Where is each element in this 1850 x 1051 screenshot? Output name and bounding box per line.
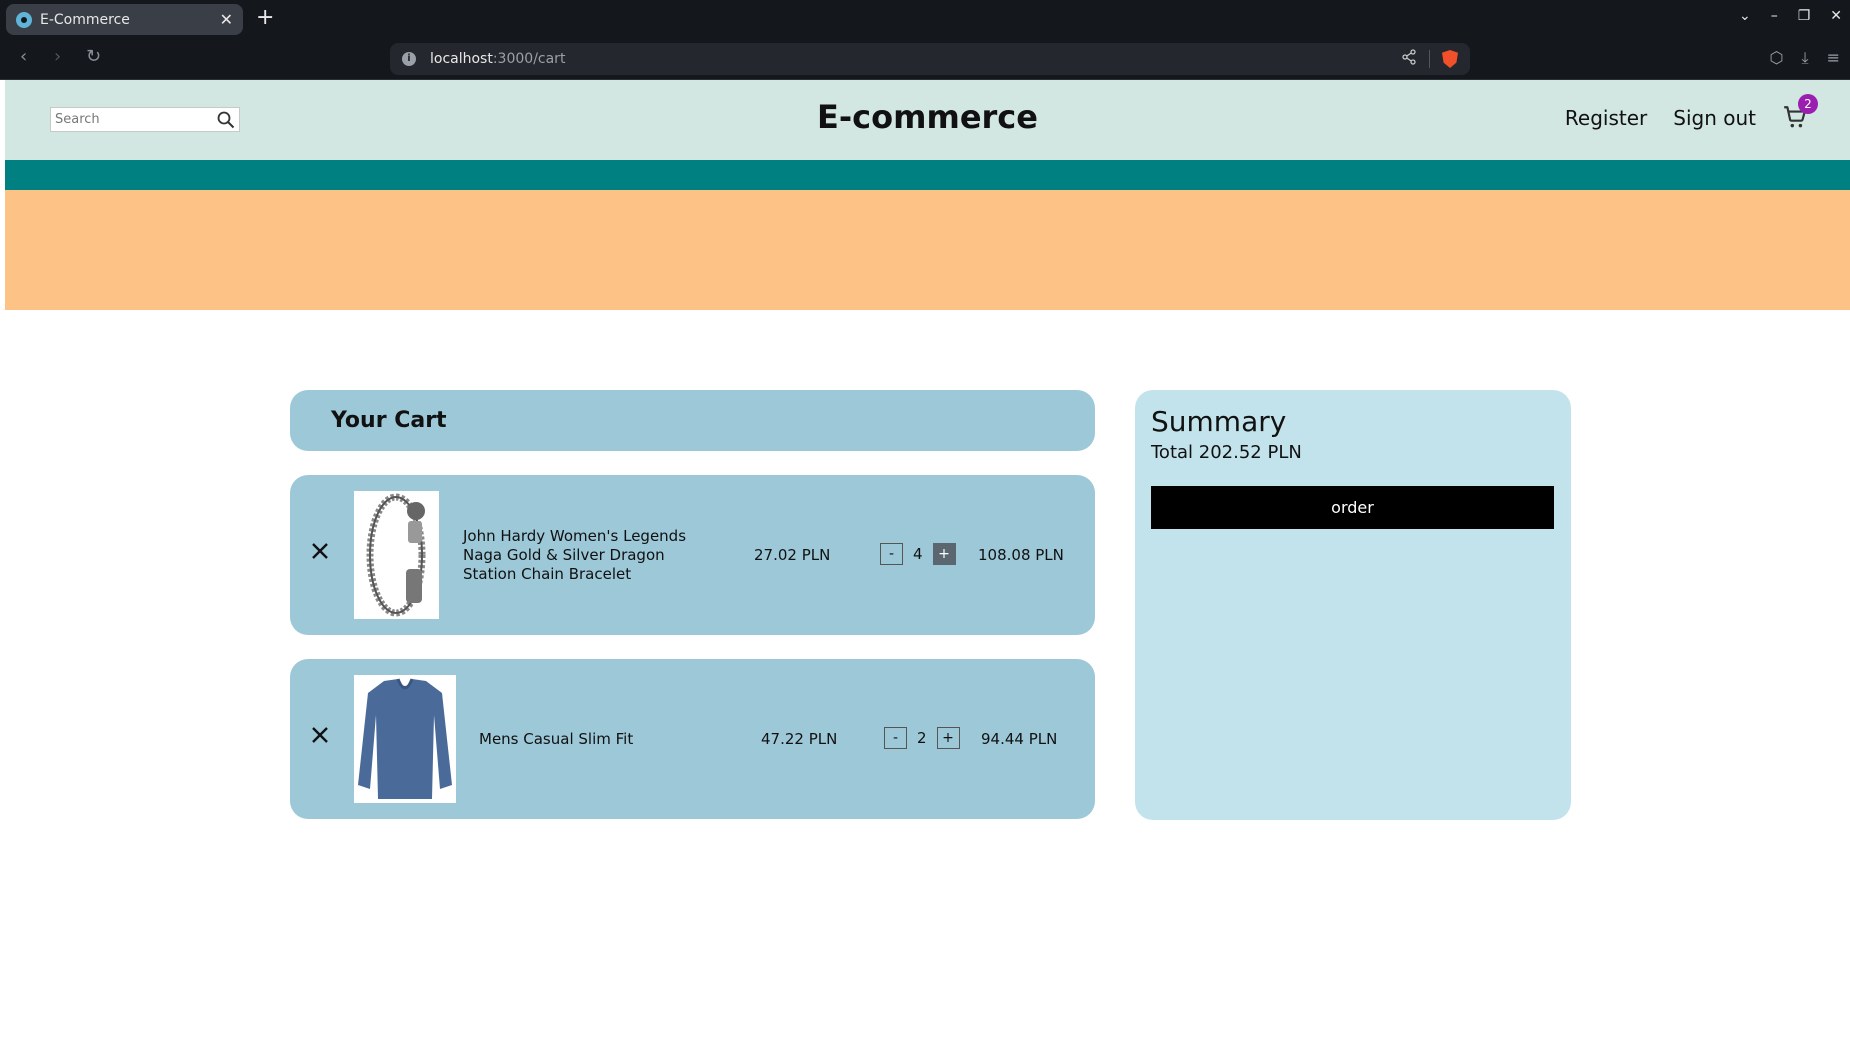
close-window-icon[interactable]: ✕ (1830, 8, 1842, 24)
item-total: 108.08 PLN (978, 546, 1064, 564)
teal-banner (5, 160, 1850, 190)
sign-out-link[interactable]: Sign out (1673, 106, 1756, 130)
url-path: :3000/cart (492, 51, 566, 67)
tab-title: E-Commerce (40, 11, 130, 28)
quantity-value: 4 (913, 545, 923, 563)
reload-icon[interactable]: ↻ (86, 46, 101, 67)
menu-icon[interactable]: ≡ (1827, 48, 1840, 68)
summary-title: Summary (1151, 405, 1287, 438)
cart-panel: Your Cart John Hardy Women's Legends Nag… (290, 390, 1095, 819)
url-host: localhost (430, 51, 493, 67)
quantity-stepper: - 4 + (880, 543, 956, 565)
quantity-stepper: - 2 + (884, 727, 960, 749)
browser-toolbar: ‹ › ↻ i localhost :3000/cart ⬡ ⤓ ≡ (0, 38, 1850, 80)
window-controls: ⌄ – ❐ ✕ (1739, 8, 1842, 24)
quantity-value: 2 (917, 729, 927, 747)
minimize-icon[interactable]: – (1771, 8, 1778, 24)
browser-tab-bar: E-Commerce ✕ + ⌄ – ❐ ✕ (0, 0, 1850, 38)
orange-banner (5, 190, 1850, 310)
restore-icon[interactable]: ❐ (1798, 8, 1811, 24)
decrease-quantity-button[interactable]: - (884, 727, 907, 749)
forward-icon[interactable]: › (54, 46, 61, 67)
item-name[interactable]: John Hardy Women's Legends Naga Gold & S… (463, 527, 718, 584)
cart-item: John Hardy Women's Legends Naga Gold & S… (290, 475, 1095, 635)
header-nav: Register Sign out 2 (1565, 94, 1818, 132)
site-info-icon[interactable]: i (402, 52, 416, 66)
divider (1429, 50, 1430, 68)
new-tab-icon[interactable]: + (256, 6, 274, 30)
remove-item-icon[interactable] (309, 540, 331, 562)
order-button[interactable]: order (1151, 486, 1554, 529)
cart-button[interactable]: 2 (1782, 94, 1818, 132)
summary-panel: Summary Total 202.52 PLN order (1135, 390, 1571, 820)
back-icon[interactable]: ‹ (20, 46, 27, 67)
increase-quantity-button[interactable]: + (936, 727, 960, 749)
downloads-icon[interactable]: ⤓ (1802, 48, 1809, 68)
shirt-image[interactable] (354, 675, 456, 803)
tab-list-icon[interactable]: ⌄ (1739, 8, 1751, 24)
item-price: 47.22 PLN (761, 730, 838, 748)
browser-tab[interactable]: E-Commerce ✕ (6, 4, 243, 35)
cart-count-badge: 2 (1798, 94, 1818, 114)
brave-shields-icon[interactable] (1442, 50, 1458, 68)
item-name[interactable]: Mens Casual Slim Fit (479, 730, 679, 749)
item-total: 94.44 PLN (981, 730, 1058, 748)
register-link[interactable]: Register (1565, 106, 1647, 130)
extensions-icon[interactable]: ⬡ (1770, 48, 1784, 68)
address-bar[interactable]: i localhost :3000/cart (390, 43, 1470, 75)
increase-quantity-button[interactable]: + (932, 543, 956, 565)
item-price: 27.02 PLN (754, 546, 831, 564)
close-tab-icon[interactable]: ✕ (220, 10, 233, 29)
remove-item-icon[interactable] (309, 724, 331, 746)
cart-item: Mens Casual Slim Fit 47.22 PLN - 2 + 94.… (290, 659, 1095, 819)
search-box (50, 107, 240, 132)
search-input[interactable] (51, 108, 211, 131)
bracelet-image[interactable] (354, 491, 439, 619)
summary-total: Total 202.52 PLN (1151, 442, 1302, 463)
site-header: E-commerce Register Sign out 2 (5, 80, 1850, 160)
cart-title: Your Cart (290, 390, 1095, 451)
favicon-icon (16, 11, 32, 28)
page: E-commerce Register Sign out 2 Your Cart (5, 80, 1850, 1051)
share-icon[interactable] (1401, 49, 1417, 69)
decrease-quantity-button[interactable]: - (880, 543, 903, 565)
search-icon[interactable] (216, 110, 236, 130)
